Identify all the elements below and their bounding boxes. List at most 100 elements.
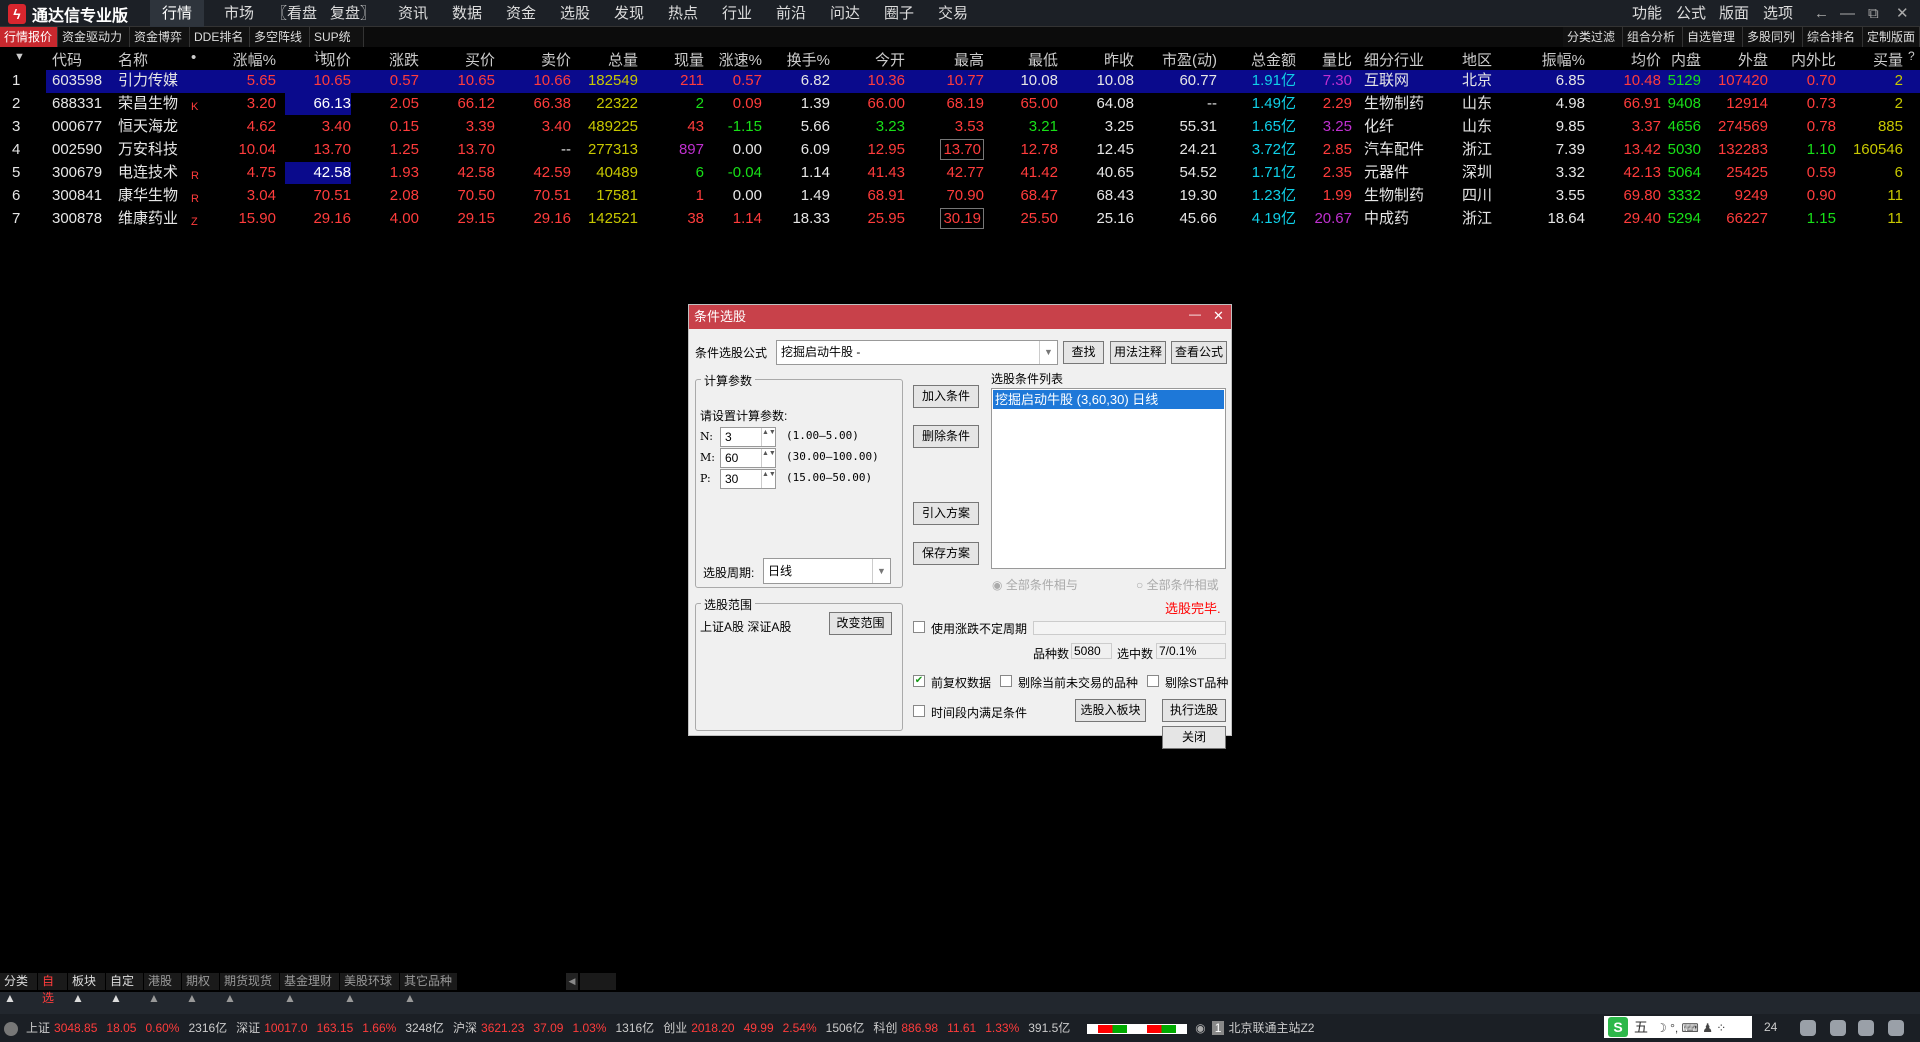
table-cell[interactable]: 荣昌生物 xyxy=(118,93,178,115)
column-header[interactable]: 涨速% xyxy=(719,49,762,69)
table-cell[interactable]: 182549 xyxy=(588,70,638,92)
subtab-3[interactable]: DDE排名 xyxy=(190,27,250,47)
dialog-title[interactable]: 条件选股 xyxy=(689,305,1231,329)
table-cell[interactable]: 4.19亿 xyxy=(1252,208,1296,230)
table-cell[interactable]: 7.39 xyxy=(1556,139,1585,161)
column-header[interactable]: 地区 xyxy=(1462,49,1492,69)
table-cell[interactable]: 中成药 xyxy=(1364,208,1409,230)
delete-condition-button[interactable]: 删除条件 xyxy=(913,425,979,448)
table-cell[interactable]: 22322 xyxy=(596,93,638,115)
table-cell[interactable]: 300679 xyxy=(52,162,102,184)
table-cell[interactable]: -0.04 xyxy=(728,162,762,184)
table-cell[interactable]: 66.91 xyxy=(1623,93,1661,115)
table-cell[interactable]: 山东 xyxy=(1462,116,1492,138)
table-cell[interactable]: -- xyxy=(561,139,571,161)
table-cell[interactable]: 1.99 xyxy=(1323,185,1352,207)
table-cell[interactable]: 489225 xyxy=(588,116,638,138)
table-cell[interactable]: 9.85 xyxy=(1556,116,1585,138)
table-cell[interactable]: 6 xyxy=(696,162,704,184)
table-cell[interactable]: 2 xyxy=(1895,70,1903,92)
table-cell[interactable]: 3.40 xyxy=(322,116,351,138)
table-cell[interactable]: 29.16 xyxy=(313,208,351,230)
help-icon[interactable]: ? xyxy=(1908,49,1915,67)
table-cell[interactable]: 25.16 xyxy=(1096,208,1134,230)
menu-0[interactable]: 行情 xyxy=(150,0,205,27)
bottom-tab-9[interactable]: 其它品种▲ xyxy=(400,973,458,1005)
table-cell[interactable]: 3332 xyxy=(1668,185,1701,207)
ime-toolbar[interactable]: S 五 ☽ °, ⌨ ♟ ⁘ xyxy=(1604,1016,1752,1038)
table-cell[interactable]: 70.50 xyxy=(457,185,495,207)
column-header[interactable]: 名称 xyxy=(118,49,148,69)
column-header[interactable]: 振幅% xyxy=(1542,49,1585,69)
table-cell[interactable]: 41.42 xyxy=(1020,162,1058,184)
table-cell[interactable]: 4.62 xyxy=(247,116,276,138)
subtab-right-0[interactable]: 分类过滤 xyxy=(1563,27,1623,47)
column-header[interactable]: 卖价 xyxy=(541,49,571,69)
table-cell[interactable]: 生物制药 xyxy=(1364,185,1424,207)
table-cell[interactable]: 13.70 xyxy=(313,139,351,161)
table-cell[interactable]: 恒天海龙 xyxy=(118,116,178,138)
table-cell[interactable]: 300841 xyxy=(52,185,102,207)
time-range-checkbox[interactable] xyxy=(913,705,925,717)
menu-3[interactable]: 复盘〗 xyxy=(330,0,375,27)
table-cell[interactable]: 603598 xyxy=(52,70,102,92)
table-cell[interactable]: 4.00 xyxy=(390,208,419,230)
menu-13[interactable]: 圈子 xyxy=(884,0,914,27)
table-cell[interactable]: 2.85 xyxy=(1323,139,1352,161)
tray-satellite-icon[interactable] xyxy=(1858,1020,1874,1036)
table-cell[interactable]: 9249 xyxy=(1735,185,1768,207)
table-cell[interactable]: 43 xyxy=(687,116,704,138)
table-cell[interactable]: 45.66 xyxy=(1179,208,1217,230)
table-cell[interactable]: 12.95 xyxy=(867,139,905,161)
table-cell[interactable]: 277313 xyxy=(588,139,638,161)
period-field[interactable] xyxy=(1033,621,1226,635)
table-cell[interactable]: 29.15 xyxy=(457,208,495,230)
table-cell[interactable]: 68.91 xyxy=(867,185,905,207)
subtab-right-3[interactable]: 多股同列 xyxy=(1743,27,1803,47)
formula-select[interactable]: 挖掘启动牛股 - ▼ xyxy=(776,340,1058,365)
table-cell[interactable]: 65.00 xyxy=(1020,93,1058,115)
table-cell[interactable]: 10.77 xyxy=(946,70,984,92)
menu-right-1[interactable]: 公式 xyxy=(1676,0,1706,27)
table-cell[interactable]: 12.45 xyxy=(1096,139,1134,161)
menu-1[interactable]: 市场 xyxy=(224,0,254,27)
table-cell[interactable]: 10.08 xyxy=(1096,70,1134,92)
ime-icons[interactable]: ☽ °, ⌨ ♟ ⁘ xyxy=(1656,1021,1726,1035)
table-cell[interactable]: 3.55 xyxy=(1556,185,1585,207)
subtab-right-1[interactable]: 组合分析 xyxy=(1623,27,1683,47)
column-header[interactable]: 涨幅% xyxy=(233,49,276,69)
table-cell[interactable]: 70.51 xyxy=(533,185,571,207)
table-cell[interactable]: R xyxy=(191,165,199,187)
table-cell[interactable]: 1 xyxy=(696,185,704,207)
column-header[interactable]: 总量 xyxy=(608,49,638,69)
menu-9[interactable]: 热点 xyxy=(668,0,698,27)
table-cell[interactable]: 0.00 xyxy=(733,185,762,207)
table-cell[interactable]: 1.39 xyxy=(801,93,830,115)
menu-5[interactable]: 数据 xyxy=(452,0,482,27)
close-button[interactable]: 关闭 xyxy=(1162,726,1226,749)
table-cell[interactable]: 70.90 xyxy=(946,185,984,207)
column-header[interactable]: 市盈(动) xyxy=(1162,49,1217,69)
table-cell[interactable]: 引力传媒 xyxy=(118,70,178,92)
table-cell[interactable]: 3.72亿 xyxy=(1252,139,1296,161)
menu-14[interactable]: 交易 xyxy=(938,0,968,27)
table-cell[interactable]: 5294 xyxy=(1668,208,1701,230)
table-cell[interactable]: 40489 xyxy=(596,162,638,184)
subtab-right-4[interactable]: 综合排名 xyxy=(1803,27,1863,47)
table-cell[interactable]: 211 xyxy=(680,70,704,92)
table-cell[interactable]: 0.57 xyxy=(733,70,762,92)
column-header[interactable]: 换手% xyxy=(787,49,830,69)
table-cell[interactable]: 1.93 xyxy=(390,162,419,184)
table-cell[interactable]: 1.23亿 xyxy=(1252,185,1296,207)
table-cell[interactable]: 0.15 xyxy=(390,116,419,138)
table-cell[interactable]: 24.21 xyxy=(1179,139,1217,161)
row-number[interactable]: 1 xyxy=(12,70,20,92)
table-cell[interactable]: 42.13 xyxy=(1623,162,1661,184)
column-header[interactable]: 总金额 xyxy=(1251,49,1296,69)
chevron-down-icon[interactable]: ▼ xyxy=(872,559,890,583)
table-cell[interactable]: 000677 xyxy=(52,116,102,138)
table-cell[interactable]: 1.71亿 xyxy=(1252,162,1296,184)
table-cell[interactable]: -1.15 xyxy=(728,116,762,138)
table-cell[interactable]: 66.38 xyxy=(533,93,571,115)
menu-8[interactable]: 发现 xyxy=(614,0,644,27)
